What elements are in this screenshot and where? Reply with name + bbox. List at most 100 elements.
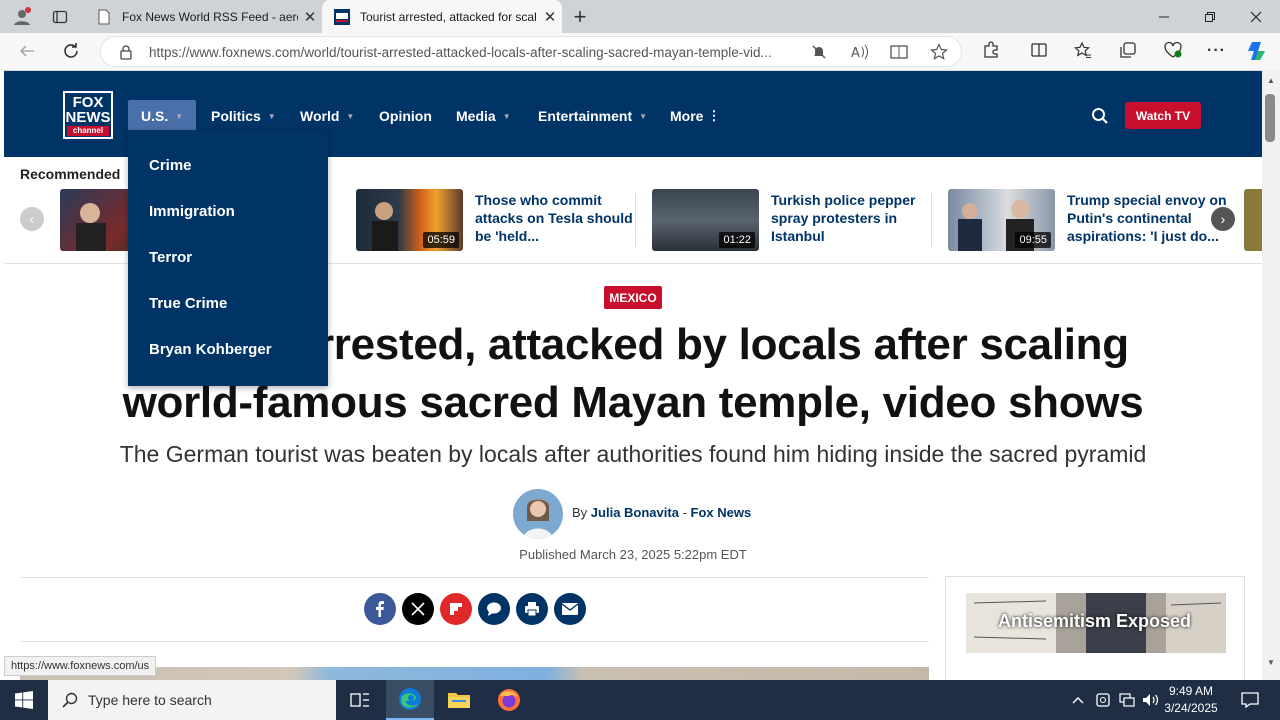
clock-date: 3/24/2025 (1164, 701, 1218, 715)
read-aloud-icon[interactable]: A (851, 44, 869, 60)
system-clock[interactable]: 9:49 AM 3/24/2025 (1160, 683, 1222, 717)
carousel-next-icon[interactable]: › (1211, 207, 1235, 231)
watch-tv-button[interactable]: Watch TV (1125, 102, 1201, 129)
close-tab-icon[interactable]: ✕ (538, 8, 562, 26)
notifications-icon[interactable] (1226, 680, 1274, 720)
tab-article[interactable]: Tourist arrested, attacked for scal ✕ (322, 0, 562, 33)
us-dropdown-menu: Crime Immigration Terror True Crime Brya… (128, 130, 328, 386)
category-tag[interactable]: MEXICO (604, 286, 662, 309)
x-icon[interactable] (402, 593, 434, 625)
nav-label: Politics (211, 108, 261, 124)
recommended-card[interactable]: 01:22 Turkish police pepper spray protes… (652, 189, 932, 251)
tab-rss-feed[interactable]: Fox News World RSS Feed - aero ✕ (84, 0, 322, 33)
video-thumbnail[interactable]: 05:59 (356, 189, 463, 251)
divider (931, 194, 932, 246)
comment-icon[interactable] (478, 593, 510, 625)
card-title[interactable]: Turkish police pepper spray protesters i… (771, 191, 936, 245)
recommended-card[interactable]: 05:59 Those who commit attacks on Tesla … (356, 189, 636, 251)
refresh-icon[interactable] (62, 42, 80, 60)
back-icon[interactable] (18, 42, 36, 60)
taskbar-search-field[interactable]: Type here to search (48, 680, 336, 720)
video-thumbnail[interactable]: 09:55 (948, 189, 1055, 251)
page-scrollbar[interactable]: ▲ ▼ (1262, 70, 1280, 680)
video-thumbnail[interactable] (1244, 189, 1262, 251)
tab-actions-icon[interactable] (40, 0, 80, 33)
search-icon (62, 692, 78, 708)
firefox-icon[interactable] (485, 680, 533, 720)
recommended-label: Recommended (20, 166, 121, 182)
caret-icon: ▼ (639, 111, 648, 121)
video-thumbnail[interactable]: 01:22 (652, 189, 759, 251)
immersive-reader-icon[interactable] (890, 44, 908, 60)
nav-item-opinion[interactable]: Opinion (366, 100, 445, 132)
copilot-icon[interactable] (1246, 40, 1268, 62)
email-icon[interactable] (554, 593, 586, 625)
task-view-icon[interactable] (336, 680, 384, 720)
scrollbar-thumb[interactable] (1265, 94, 1275, 142)
nav-item-us[interactable]: U.S. ▼ (128, 100, 197, 132)
nav-item-politics[interactable]: Politics ▼ (198, 100, 289, 132)
dropdown-item-crime[interactable]: Crime (149, 157, 192, 174)
more-menu-icon[interactable]: ··· (1207, 42, 1226, 60)
close-window-icon[interactable] (1233, 0, 1279, 33)
promo-banner[interactable]: Antisemitism Exposed (966, 593, 1226, 653)
scroll-up-icon[interactable]: ▲ (1267, 76, 1275, 85)
article-hero-image[interactable] (20, 667, 929, 680)
facebook-icon[interactable] (364, 593, 396, 625)
nav-label: More (670, 108, 704, 124)
extensions-icon[interactable] (982, 41, 1000, 59)
author-link[interactable]: Julia Bonavita (591, 505, 679, 520)
edge-taskbar-icon[interactable] (386, 680, 434, 720)
minimize-icon[interactable] (1141, 0, 1187, 33)
tab-title: Tourist arrested, attacked for scal (360, 9, 537, 24)
search-placeholder: Type here to search (88, 692, 212, 708)
security-tray-icon[interactable] (1091, 680, 1115, 720)
new-tab-button[interactable]: + (564, 0, 596, 33)
caret-icon: ▼ (267, 111, 276, 121)
address-bar-row: https://www.foxnews.com/world/tourist-ar… (0, 33, 1280, 70)
flipboard-icon[interactable] (440, 593, 472, 625)
favorites-icon[interactable] (1074, 41, 1092, 59)
network-icon[interactable] (1115, 680, 1139, 720)
restore-icon[interactable] (1187, 0, 1233, 33)
url-field[interactable]: https://www.foxnews.com/world/tourist-ar… (100, 36, 962, 67)
card-title[interactable]: Those who commit attacks on Tesla should… (475, 191, 640, 245)
favorite-star-icon[interactable] (930, 43, 948, 61)
print-icon[interactable] (516, 593, 548, 625)
caret-icon: ▼ (502, 111, 511, 121)
divider (635, 194, 636, 246)
outlet-link[interactable]: Fox News (691, 505, 752, 520)
card-title[interactable]: Trump special envoy on Putin's continent… (1067, 191, 1232, 245)
web-page: FOX NEWS channel U.S. ▼ Politics ▼ World ▼ … (4, 70, 1262, 680)
recommended-card[interactable]: 09:55 Trump special envoy on Putin's con… (948, 189, 1228, 251)
collections-icon[interactable] (1119, 41, 1137, 59)
close-tab-icon[interactable]: ✕ (298, 8, 322, 26)
nav-item-media[interactable]: Media ▼ (443, 100, 524, 132)
sidebar-promo: Antisemitism Exposed (945, 576, 1245, 680)
scroll-down-icon[interactable]: ▼ (1267, 658, 1275, 667)
carousel-prev-icon[interactable]: ‹ (20, 207, 44, 231)
promo-title: Antisemitism Exposed (998, 611, 1192, 631)
dropdown-item-true-crime[interactable]: True Crime (149, 295, 227, 312)
nav-label: Media (456, 108, 496, 124)
dropdown-item-terror[interactable]: Terror (149, 249, 192, 266)
windows-start-icon[interactable] (0, 680, 48, 720)
author-avatar[interactable] (513, 489, 563, 539)
nav-item-more[interactable]: More ⋮ (657, 100, 733, 132)
by-label: By (572, 505, 588, 520)
show-hidden-icons-icon[interactable] (1066, 680, 1090, 720)
browser-essentials-icon[interactable] (1163, 41, 1183, 59)
nav-item-entertainment[interactable]: Entertainment ▼ (525, 100, 660, 132)
profile-icon[interactable] (4, 0, 40, 33)
lock-icon[interactable] (119, 44, 133, 60)
more-dots-icon: ⋮ (707, 108, 721, 123)
dropdown-item-bryan-kohberger[interactable]: Bryan Kohberger (149, 341, 272, 358)
split-screen-icon[interactable] (1030, 41, 1048, 59)
nav-item-world[interactable]: World ▼ (287, 100, 367, 132)
byline-separator: - (682, 505, 687, 520)
search-icon[interactable] (1091, 107, 1109, 125)
file-explorer-icon[interactable] (435, 680, 483, 720)
fox-news-logo[interactable]: FOX NEWS channel (63, 91, 113, 139)
notifications-blocked-icon[interactable] (811, 44, 827, 60)
dropdown-item-immigration[interactable]: Immigration (149, 203, 235, 220)
